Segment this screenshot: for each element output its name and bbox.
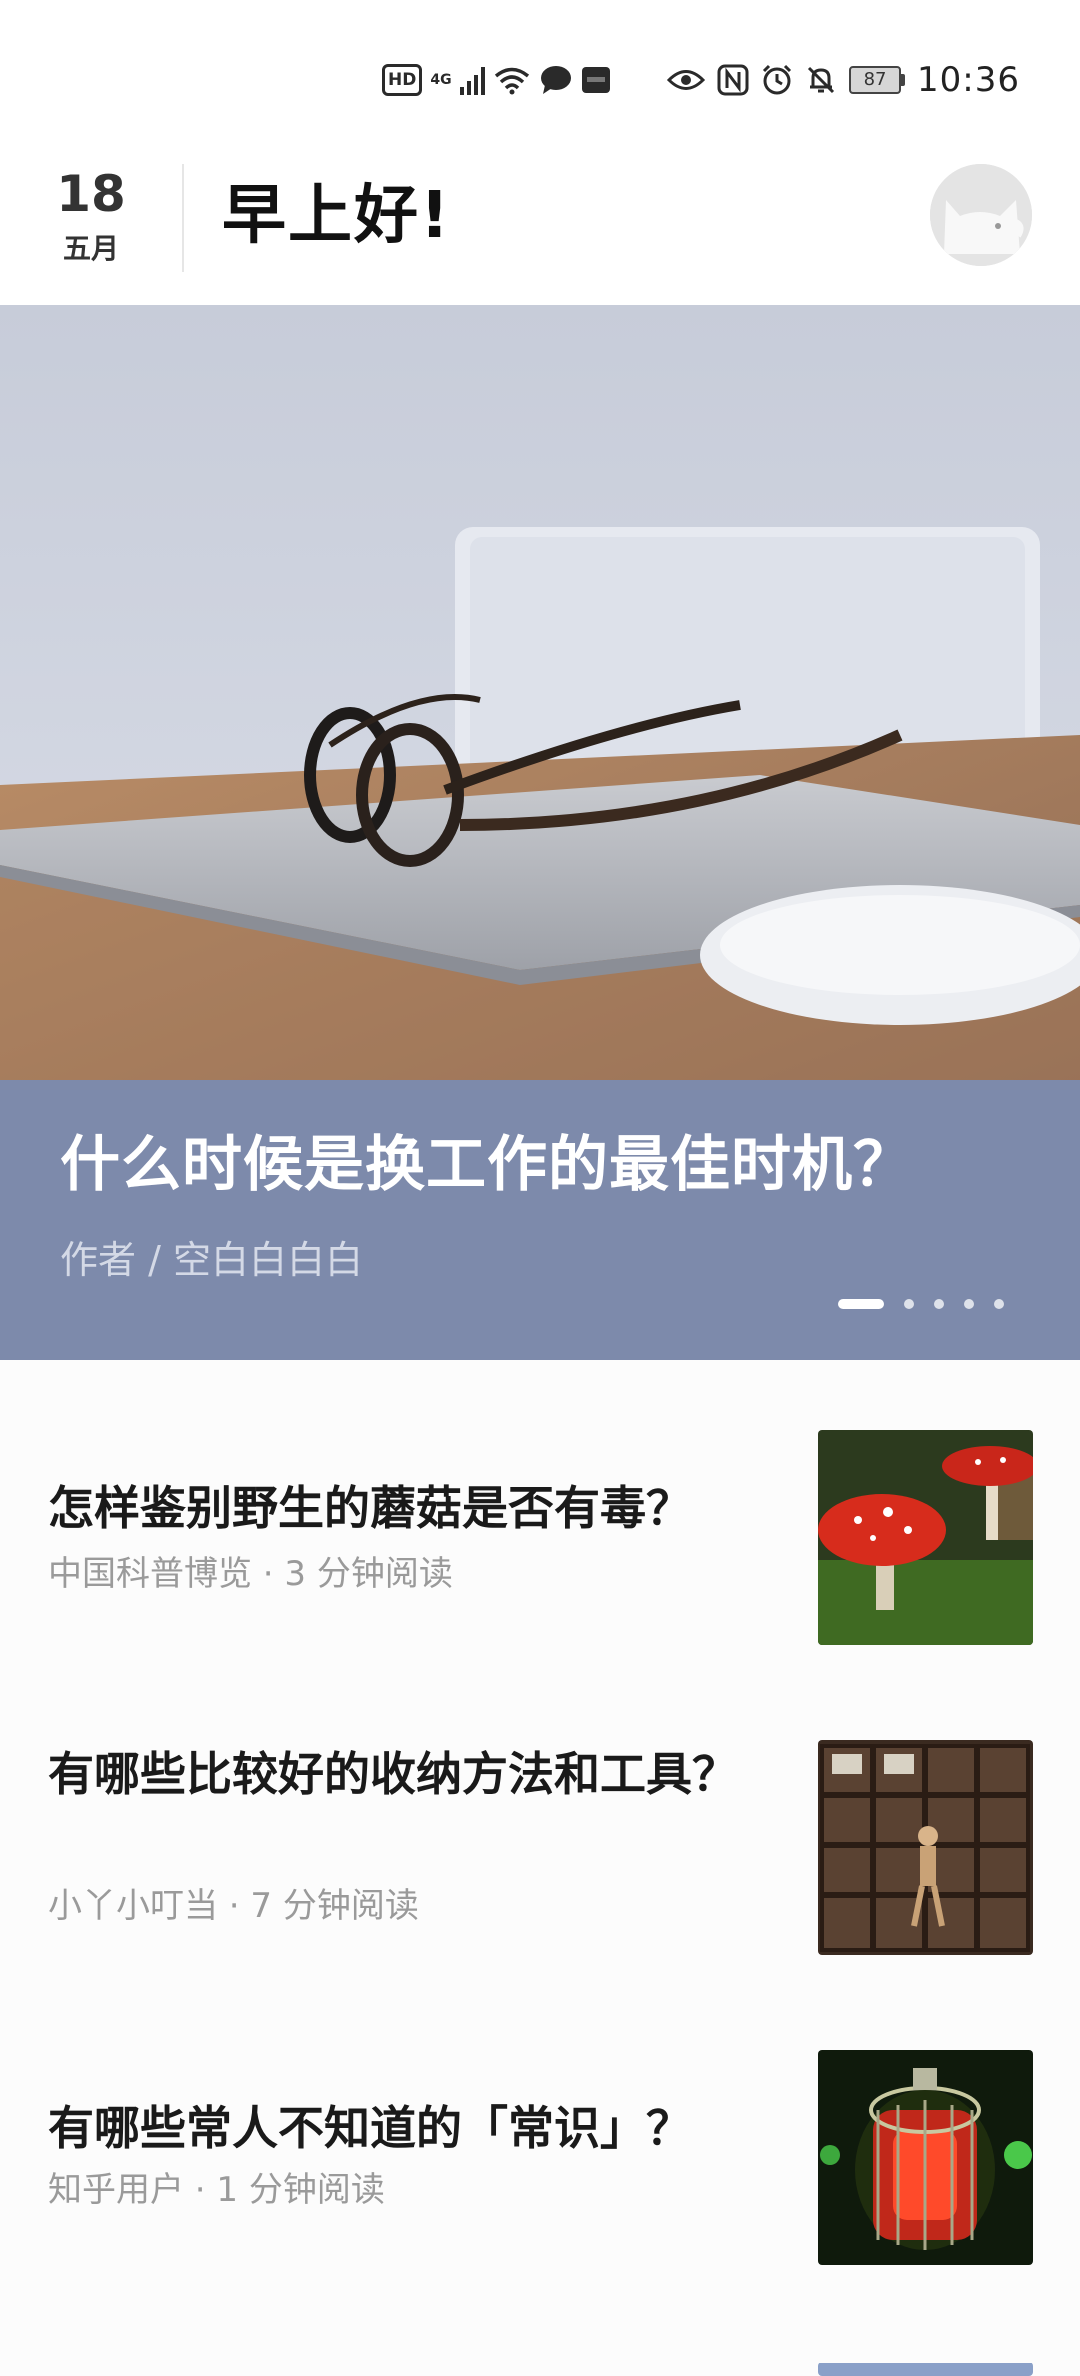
battery-icon: 87 — [849, 66, 906, 94]
article-meta: 小丫小叮当 · 7 分钟阅读 — [48, 1886, 419, 1926]
signal-icon — [459, 65, 485, 95]
mute-icon — [807, 66, 835, 94]
hero-title[interactable]: 什么时候是换工作的最佳时机？ — [60, 1125, 914, 1205]
article-list: 怎样鉴别野生的蘑菇是否有毒？ 中国科普博览 · 3 分钟阅读 有哪些比较好的收纳… — [0, 1360, 1080, 2376]
carousel-indicator — [838, 1299, 1004, 1309]
battery-level: 87 — [849, 66, 902, 94]
avatar-icon — [930, 164, 1032, 266]
carousel-dot — [934, 1299, 944, 1309]
article-thumbnail[interactable] — [818, 2050, 1033, 2265]
status-right-icons: 87 10:36 — [667, 60, 1020, 100]
carousel-dot — [964, 1299, 974, 1309]
hd-icon: HD — [382, 64, 423, 96]
mushroom-image — [818, 1430, 1033, 1645]
greeting-title: 早上好! — [222, 179, 452, 253]
article-meta: 中国科普博览 · 3 分钟阅读 — [48, 1554, 453, 1594]
header-divider — [182, 164, 184, 272]
red-lamp-image — [818, 2050, 1033, 2265]
article-item[interactable]: 有哪些常人不知道的「常识」？ 知乎用户 · 1 分钟阅读 — [0, 2050, 1080, 2310]
carousel-dot — [904, 1299, 914, 1309]
date-month: 五月 — [62, 232, 119, 265]
article-title[interactable]: 有哪些常人不知道的「常识」？ — [48, 2094, 758, 2162]
message-icon — [540, 66, 571, 94]
article-item[interactable]: 有哪些比较好的收纳方法和工具？ 小丫小叮当 · 7 分钟阅读 — [0, 1740, 1080, 2000]
storage-shelf-image — [818, 1740, 1033, 1955]
hero-author: 作者 / 空白白白白 — [60, 1238, 363, 1282]
article-title[interactable]: 有哪些比较好的收纳方法和工具？ — [48, 1740, 758, 1808]
article-thumbnail[interactable] — [818, 1430, 1033, 1645]
nfc-icon — [717, 64, 749, 96]
carousel-dot — [994, 1299, 1004, 1309]
article-item[interactable]: 怎样鉴别野生的蘑菇是否有毒？ 中国科普博览 · 3 分钟阅读 — [0, 1430, 1080, 1690]
home-header: 18 五月 早上好! — [0, 150, 1080, 305]
article-thumbnail[interactable] — [818, 1740, 1033, 1955]
article-title[interactable]: 怎样鉴别野生的蘑菇是否有毒？ — [48, 1474, 758, 1542]
hero-carousel[interactable]: 什么时候是换工作的最佳时机？ 作者 / 空白白白白 — [0, 305, 1080, 1360]
status-time: 10:36 — [917, 60, 1020, 100]
status-bar: HD 4G 87 10:36 — [0, 0, 1080, 150]
eye-icon — [667, 70, 706, 90]
article-thumbnail[interactable] — [818, 2362, 1033, 2376]
avatar[interactable] — [930, 164, 1032, 266]
article-meta: 知乎用户 · 1 分钟阅读 — [48, 2170, 385, 2210]
thumbnail-image — [818, 2363, 1033, 2376]
status-left-icons: HD 4G — [382, 60, 611, 100]
wifi-icon — [494, 67, 529, 95]
carousel-dot-active — [838, 1299, 884, 1309]
alarm-icon — [762, 64, 792, 95]
network-type-label: 4G — [430, 72, 452, 88]
notification-icon — [581, 67, 610, 93]
hero-caption-band — [0, 1080, 1080, 1360]
date-day: 18 — [56, 165, 126, 223]
article-item-partial[interactable] — [0, 2362, 1080, 2376]
